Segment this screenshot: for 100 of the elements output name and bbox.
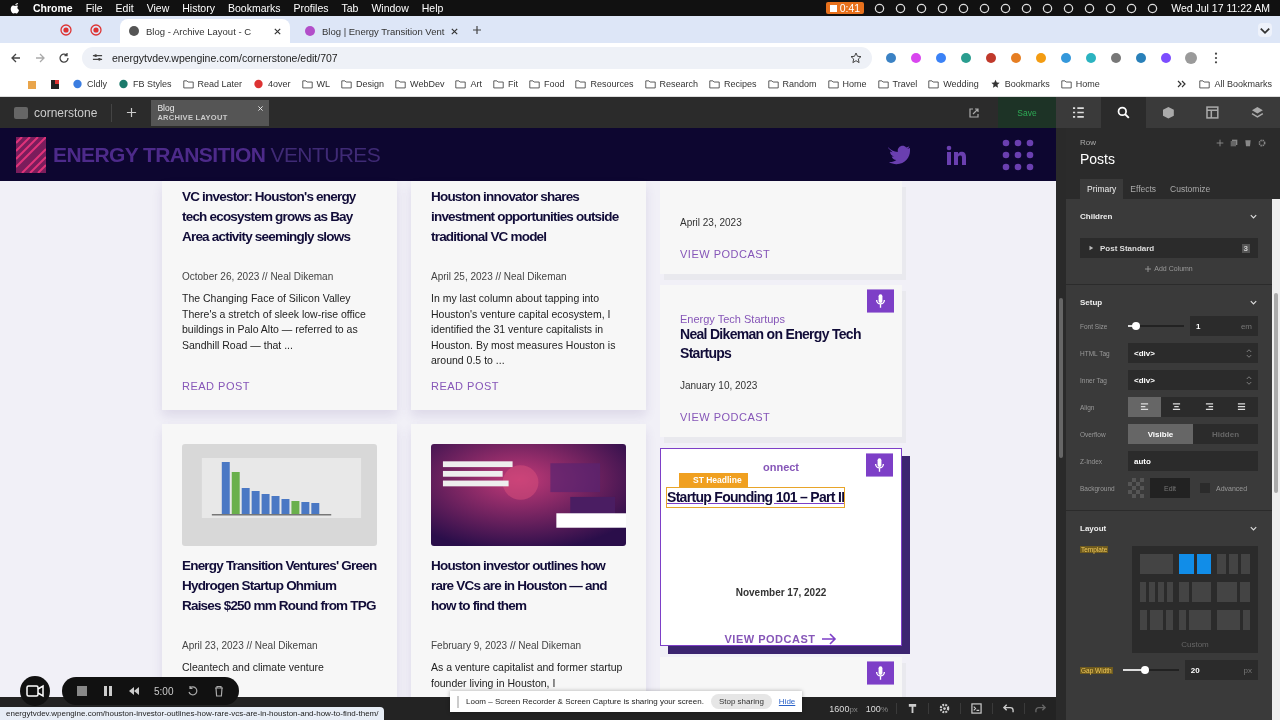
- bookmark-item[interactable]: Research: [644, 79, 699, 89]
- bookmark-item[interactable]: WL: [301, 79, 331, 89]
- apple-icon[interactable]: [10, 2, 20, 14]
- record-icon[interactable]: [90, 23, 102, 36]
- close-icon[interactable]: [273, 26, 282, 36]
- menubar-clock[interactable]: Wed Jul 17 11:22 AM: [1171, 2, 1270, 14]
- twitter-icon[interactable]: [888, 144, 910, 165]
- status-icon[interactable]: [916, 2, 928, 14]
- bookmark-item[interactable]: Home: [827, 79, 867, 89]
- sliders-icon[interactable]: [92, 52, 103, 63]
- overflow-option[interactable]: Visible: [1128, 424, 1193, 444]
- number-field[interactable]: 1 em: [1190, 316, 1258, 336]
- post-title[interactable]: Houston investor outlines how rare VCs are in Houston — and how to find them: [431, 556, 626, 616]
- status-icon[interactable]: [1147, 2, 1159, 14]
- menu-item[interactable]: Tab: [341, 2, 359, 14]
- inspector-tab[interactable]: Effects: [1123, 179, 1164, 199]
- menu-icon[interactable]: [1002, 138, 1034, 171]
- view-podcast-link[interactable]: VIEW PODCAST: [680, 248, 882, 260]
- menu-item[interactable]: View: [146, 2, 170, 14]
- browser-tab[interactable]: Blog - Archive Layout - C: [120, 19, 290, 43]
- close-icon[interactable]: [450, 26, 460, 36]
- bookmark-item[interactable]: Bookmarks: [989, 79, 1050, 89]
- drag-handle[interactable]: [457, 695, 459, 708]
- zoom-level[interactable]: 100%: [865, 703, 888, 714]
- status-icon[interactable]: [874, 2, 886, 14]
- align-left-icon[interactable]: [1128, 397, 1161, 417]
- menu-item[interactable]: Profiles: [293, 2, 329, 14]
- add-icon[interactable]: [126, 107, 138, 118]
- status-icon[interactable]: [1084, 2, 1096, 14]
- podcast-title[interactable]: Neal Dikeman on Energy Tech Startups: [680, 325, 882, 370]
- tab-menu-icon[interactable]: [1258, 22, 1272, 37]
- extension-icon[interactable]: [1110, 51, 1122, 64]
- bookmark-item[interactable]: Travel: [877, 79, 918, 89]
- slider-thumb[interactable]: [1132, 322, 1141, 330]
- bookmark-item[interactable]: Wedding: [928, 79, 979, 89]
- bookmark-item[interactable]: Art: [455, 79, 482, 89]
- section-heading[interactable]: Setup: [1080, 297, 1103, 307]
- bookmark-item[interactable]: WebDev: [395, 79, 445, 89]
- inspector-tab[interactable]: Customize: [1163, 179, 1218, 199]
- bookmark-item[interactable]: Fit: [492, 79, 518, 89]
- read-post-link[interactable]: READ POST: [182, 380, 377, 392]
- podcast-title[interactable]: Startup Founding 101 – Part II: [667, 487, 845, 507]
- status-icon[interactable]: [1105, 2, 1117, 14]
- status-icon[interactable]: [1042, 2, 1054, 14]
- status-icon[interactable]: [979, 2, 991, 14]
- menu-item[interactable]: Edit: [115, 2, 134, 14]
- pause-icon[interactable]: [102, 685, 114, 697]
- duplicate-icon[interactable]: [1230, 138, 1238, 147]
- stop-sharing-button[interactable]: Stop sharing: [710, 694, 772, 709]
- camera-icon[interactable]: [20, 676, 50, 706]
- address-field[interactable]: energytvdev.wpengine.com/cornerstone/edit/707: [82, 46, 872, 69]
- bookmark-item[interactable]: Food: [528, 79, 565, 89]
- hide-link[interactable]: Hide: [778, 697, 796, 706]
- status-icon[interactable]: [895, 2, 907, 14]
- status-icon[interactable]: [937, 2, 949, 14]
- bookmark-item[interactable]: Random: [767, 79, 817, 89]
- cornerstone-logo[interactable]: cornerstone: [0, 103, 113, 122]
- extension-icon[interactable]: [1160, 51, 1172, 64]
- status-icon[interactable]: [1021, 2, 1033, 14]
- post-title[interactable]: Energy Transition Ventures' Green Hydrogen Startup Ohmium Raises $250 mm Round from TPG: [182, 556, 377, 616]
- view-podcast-link[interactable]: VIEW PODCAST: [680, 411, 882, 423]
- record-icon[interactable]: [60, 23, 72, 36]
- status-icon[interactable]: [958, 2, 970, 14]
- new-tab-icon[interactable]: [472, 24, 482, 35]
- menu-item[interactable]: Help: [421, 2, 444, 14]
- post-title[interactable]: Houston innovator shares investment opportunities outside traditional VC model: [431, 187, 626, 247]
- extension-icon[interactable]: [910, 51, 922, 64]
- reload-icon[interactable]: [58, 51, 70, 64]
- number-field[interactable]: 20 px: [1184, 660, 1258, 680]
- extension-icon[interactable]: [960, 51, 972, 64]
- menu-item[interactable]: File: [85, 2, 103, 14]
- caret-icon[interactable]: [1088, 245, 1094, 251]
- z-index-field[interactable]: auto: [1128, 451, 1258, 471]
- restart-icon[interactable]: [187, 685, 200, 697]
- trash-icon[interactable]: [213, 685, 226, 697]
- status-icon[interactable]: [1063, 2, 1075, 14]
- star-icon[interactable]: [850, 51, 862, 64]
- menu-item[interactable]: Window: [371, 2, 409, 14]
- color-swatch[interactable]: [1128, 478, 1144, 498]
- podcast-category[interactable]: Energy Tech Startups: [680, 313, 882, 325]
- plus-icon[interactable]: [1145, 265, 1152, 272]
- browser-tab[interactable]: Blog | Energy Transition Vent: [296, 19, 466, 43]
- slider-thumb[interactable]: [1141, 666, 1150, 674]
- section-heading[interactable]: Layout: [1080, 523, 1107, 533]
- layers-icon[interactable]: [1235, 97, 1280, 128]
- list-icon[interactable]: [1056, 97, 1101, 128]
- menu-item[interactable]: Bookmarks: [227, 2, 281, 14]
- stop-icon[interactable]: [76, 685, 88, 697]
- external-link-icon[interactable]: [968, 106, 980, 119]
- status-icon[interactable]: [1000, 2, 1012, 14]
- post-title[interactable]: VC investor: Houston's energy tech ecosystem grows as Bay Area activity seemingly slows: [182, 187, 377, 247]
- bookmark-item[interactable]: Cldly: [72, 79, 107, 89]
- save-button[interactable]: Save: [998, 97, 1056, 128]
- child-item[interactable]: Post Standard 3: [1080, 238, 1258, 258]
- menu-item[interactable]: History: [182, 2, 215, 14]
- bookmark-item[interactable]: Resources: [575, 79, 634, 89]
- section-heading[interactable]: Children: [1080, 211, 1113, 221]
- bookmark-item[interactable]: Home: [1060, 79, 1100, 89]
- back-icon[interactable]: [10, 51, 22, 64]
- trash-icon[interactable]: [1244, 138, 1252, 147]
